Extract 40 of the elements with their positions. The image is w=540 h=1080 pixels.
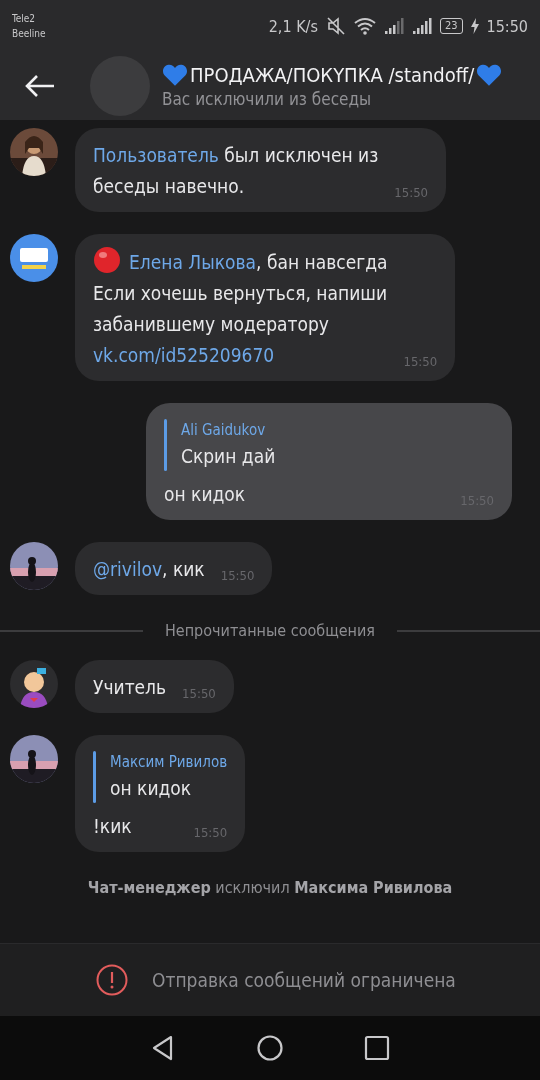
mute-icon — [325, 17, 346, 35]
battery-level: 23 — [439, 18, 463, 34]
heart-icon — [162, 63, 188, 87]
message-time: 15:50 — [403, 353, 438, 371]
message-text: Пользователь был исключен из беседы навечно. — [93, 144, 379, 197]
signal-icon — [411, 17, 432, 35]
link[interactable]: vk.com/id525209670 — [93, 344, 275, 366]
link[interactable]: Елена Лыкова — [129, 251, 257, 273]
reply-text: Скрин дай — [181, 444, 276, 469]
message-text: Елена Лыкова, бан навсегда Если хочешь вернуться, напиши забанившему модератору vk.com/id525209670 — [93, 251, 388, 366]
carrier-name: Beeline — [12, 28, 46, 39]
signal-icon — [383, 17, 404, 35]
back-button[interactable] — [24, 74, 56, 98]
recents-nav-button[interactable] — [362, 1034, 391, 1062]
link[interactable]: @rivilov — [93, 558, 163, 580]
restriction-notice: Отправка сообщений ограничена — [152, 969, 456, 991]
clock: 15:50 — [486, 16, 528, 36]
message-text: Учитель — [93, 676, 167, 698]
heart-icon — [476, 63, 503, 87]
message-time: 15:50 — [182, 685, 216, 703]
link[interactable]: Пользователь — [93, 144, 219, 166]
network-speed: 2,1 K/s — [268, 16, 318, 36]
unread-divider-label: Непрочитанные сообщения — [165, 621, 375, 640]
reply-text: он кидок — [110, 776, 193, 801]
message-time: 15:50 — [193, 824, 228, 842]
reply-author: Ali Gaidukov — [181, 420, 267, 441]
warning-icon — [96, 964, 128, 996]
charging-icon — [470, 17, 479, 35]
chat-title: ПРОДАЖА/ПОКҮПКА /standoff/ — [190, 63, 475, 87]
message-time: 15:50 — [220, 567, 255, 585]
wifi-icon — [353, 17, 376, 35]
message-text: он кидок — [164, 483, 246, 505]
message-time: 15:50 — [394, 184, 428, 202]
carrier-name: Tele2 — [12, 13, 37, 24]
message-text: @rivilov, кик — [93, 558, 205, 580]
chat-subtitle: Вас исключили из беседы — [162, 89, 373, 109]
message-text: !кик — [93, 815, 132, 837]
system-message: Чат-менеджер исключил Максима Ривилова — [86, 878, 454, 897]
reply-author: Максим Ривилов — [110, 752, 228, 773]
home-nav-button[interactable] — [256, 1034, 284, 1062]
